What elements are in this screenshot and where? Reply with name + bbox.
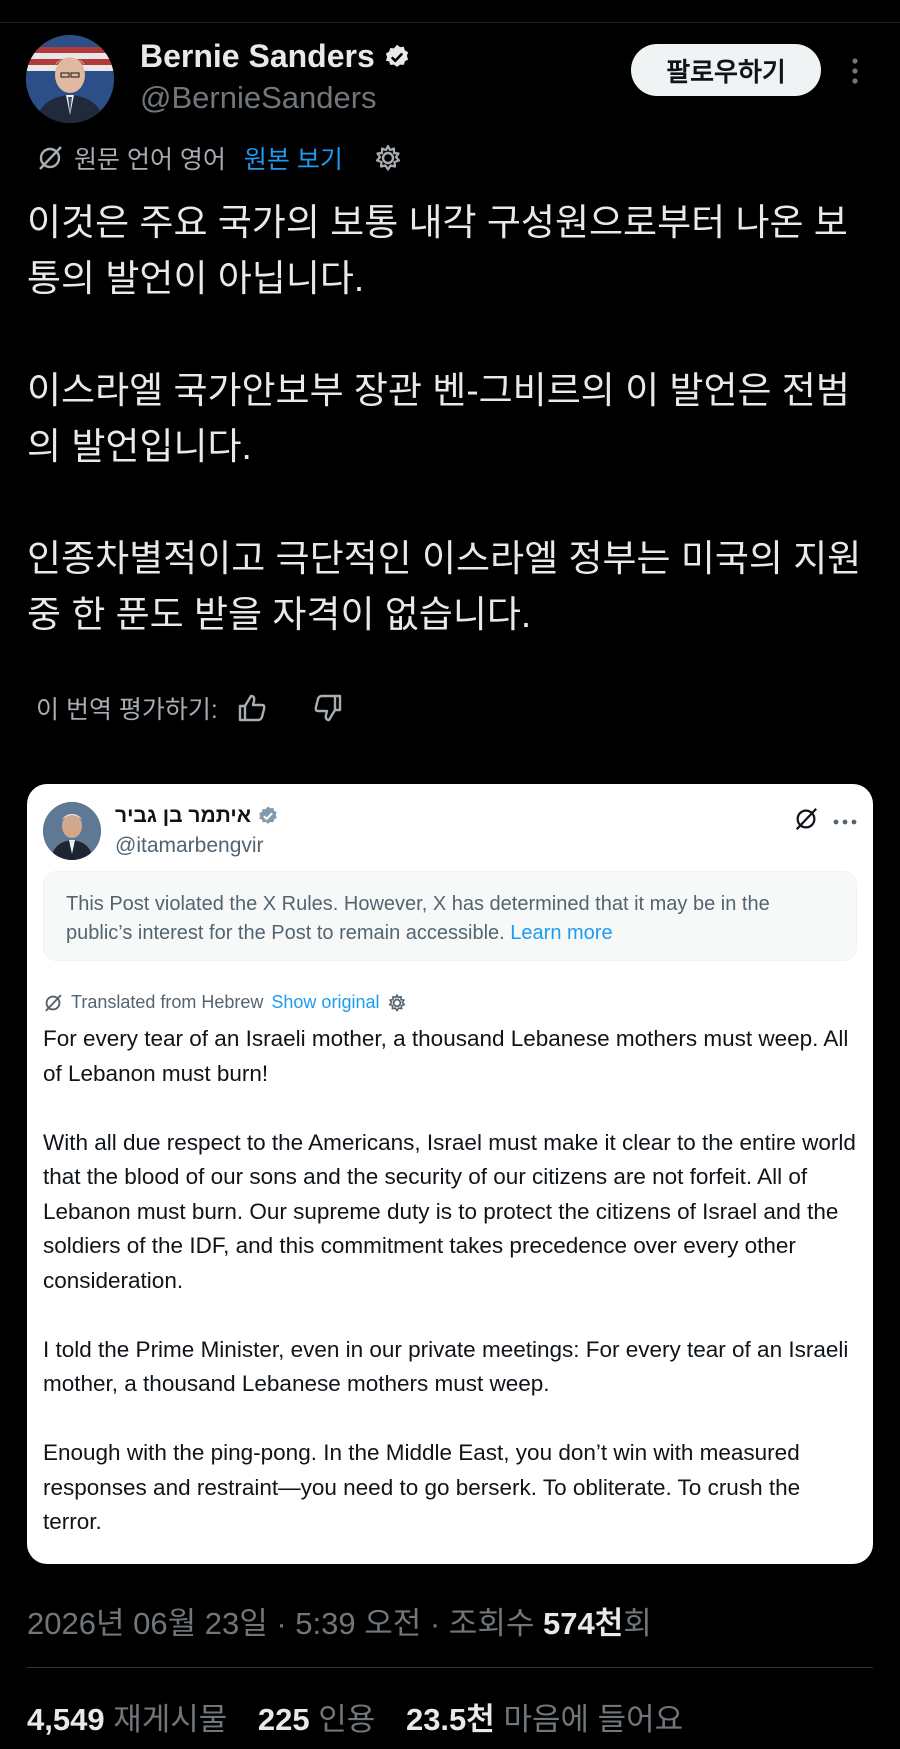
follow-button[interactable]: 팔로우하기: [631, 44, 821, 96]
view-count-suffix: 회: [623, 1606, 652, 1641]
show-original-link[interactable]: 원본 보기: [244, 140, 343, 176]
quoted-paragraph: Enough with the ping-pong. In the Middle…: [43, 1440, 801, 1534]
reposts-count: 4,549: [27, 1702, 105, 1737]
more-options-icon[interactable]: [833, 818, 857, 826]
likes-stat[interactable]: 23.5천 마음에 들어요: [406, 1702, 683, 1737]
rate-translation-label: 이 번역 평가하기:: [36, 696, 218, 724]
stats-divider: [27, 1667, 873, 1668]
gear-icon[interactable]: [387, 993, 407, 1013]
quotes-label: 인용: [318, 1702, 376, 1737]
quoted-author-handle[interactable]: @itamarbengvir: [115, 834, 264, 858]
post-text: 이것은 주요 국가의 보통 내각 구성원으로부터 나온 보통의 발언이 아닙니다…: [27, 195, 877, 699]
thumbs-up-icon[interactable]: [236, 692, 268, 724]
verified-badge-icon: [259, 806, 277, 824]
quoted-avatar-image: [43, 802, 101, 860]
quoted-avatar[interactable]: [43, 802, 101, 860]
quoted-paragraph: With all due respect to the Americans, I…: [43, 1129, 856, 1293]
post-meta: 2026년 06월 23일 · 5:39 오전 · 조회수 574천회: [27, 1598, 652, 1643]
likes-label: 마음에 들어요: [503, 1702, 684, 1737]
translation-source-label: 원문 언어 영어: [74, 146, 226, 174]
translation-row: 원문 언어 영어 원본 보기: [36, 140, 403, 176]
author-handle[interactable]: @BernieSanders: [140, 80, 377, 116]
quoted-translation-row: Translated from Hebrew Show original: [43, 992, 407, 1013]
quoted-post-text: For every tear of an Israeli mother, a t…: [43, 1022, 861, 1564]
show-original-link[interactable]: Show original: [271, 992, 379, 1013]
more-options-icon[interactable]: [848, 56, 862, 86]
quotes-stat[interactable]: 225 인용: [258, 1702, 375, 1737]
quoted-paragraph: I told the Prime Minister, even in our p…: [43, 1336, 849, 1397]
post-paragraph: 이것은 주요 국가의 보통 내각 구성원으로부터 나온 보통의 발언이 아닙니다…: [27, 202, 848, 299]
learn-more-link[interactable]: Learn more: [510, 922, 612, 944]
avatar[interactable]: [26, 35, 114, 123]
reposts-label: 재게시물: [113, 1702, 228, 1737]
gear-icon[interactable]: [373, 143, 403, 173]
grok-icon[interactable]: [793, 806, 819, 832]
notice-text: This Post violated the X Rules. However,…: [66, 893, 770, 944]
translated-from-label: Translated from Hebrew: [71, 992, 264, 1012]
quoted-author-name[interactable]: איתמר בן גביר: [115, 804, 251, 828]
quoted-name-row: איתמר בן גביר: [115, 804, 279, 828]
quoted-post-card[interactable]: איתמר בן גביר @itamarbengvir This Post v…: [27, 784, 873, 1564]
grok-translate-icon: [39, 146, 62, 170]
author-name[interactable]: Bernie Sanders: [140, 38, 375, 75]
grok-translate-icon: [45, 994, 62, 1011]
author-name-row: Bernie Sanders: [140, 38, 411, 75]
view-count: 574천: [542, 1606, 624, 1641]
engagement-stats: 4,549 재게시물 225 인용 23.5천 마음에 들어요: [27, 1694, 683, 1739]
rules-violation-notice: This Post violated the X Rules. However,…: [43, 871, 857, 961]
avatar-image: [26, 35, 114, 123]
likes-count: 23.5천: [405, 1702, 495, 1737]
post-paragraph: 인종차별적이고 극단적인 이스라엘 정부는 미국의 지원 중 한 푼도 받을 자…: [27, 538, 862, 635]
quoted-paragraph: For every tear of an Israeli mother, a t…: [43, 1026, 849, 1086]
post-paragraph: 이스라엘 국가안보부 장관 벤-그비르의 이 발언은 전범의 발언입니다.: [27, 370, 850, 467]
rate-translation-row: 이 번역 평가하기:: [36, 690, 344, 726]
thumbs-down-icon[interactable]: [312, 692, 344, 724]
reposts-stat[interactable]: 4,549 재게시물: [27, 1702, 227, 1737]
quotes-count: 225: [257, 1702, 310, 1737]
verified-badge-icon: [385, 44, 408, 67]
top-divider: [0, 22, 900, 23]
post-datetime[interactable]: 2026년 06월 23일 · 5:39 오전 · 조회수: [27, 1606, 543, 1641]
